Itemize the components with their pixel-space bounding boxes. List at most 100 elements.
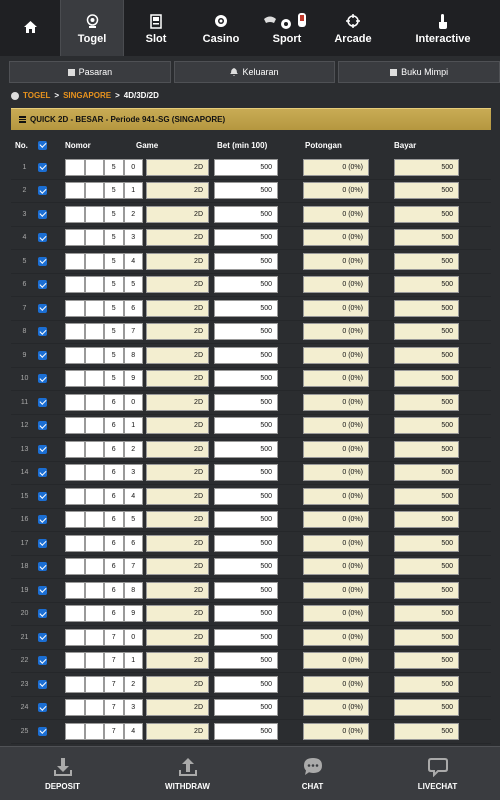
keluaran-button[interactable]: Keluaran: [173, 61, 336, 83]
select-all-checkbox[interactable]: [38, 140, 47, 150]
digit-input-2[interactable]: [84, 229, 104, 247]
digit-input-4[interactable]: 7: [123, 323, 143, 341]
digit-input-1[interactable]: [65, 722, 85, 740]
breadcrumb-togel[interactable]: TOGEL: [23, 91, 50, 100]
digit-input-4[interactable]: 8: [123, 581, 143, 599]
digit-input-1[interactable]: [65, 628, 85, 646]
bet-input[interactable]: 500: [214, 276, 278, 294]
breadcrumb-singapore[interactable]: SINGAPORE: [63, 91, 111, 100]
digit-input-3[interactable]: 6: [104, 558, 124, 576]
digit-input-2[interactable]: [84, 276, 104, 294]
digit-input-3[interactable]: 7: [104, 722, 124, 740]
row-checkbox[interactable]: [38, 256, 47, 266]
digit-input-3[interactable]: 6: [104, 581, 124, 599]
digit-input-4[interactable]: 4: [123, 252, 143, 270]
digit-input-1[interactable]: [65, 299, 85, 317]
row-checkbox[interactable]: [38, 444, 47, 454]
nav-casino[interactable]: Casino: [188, 0, 254, 56]
row-checkbox[interactable]: [38, 421, 47, 431]
digit-input-1[interactable]: [65, 393, 85, 411]
row-checkbox[interactable]: [38, 726, 47, 736]
digit-input-2[interactable]: [84, 675, 104, 693]
digit-input-1[interactable]: [65, 652, 85, 670]
row-checkbox[interactable]: [38, 585, 47, 595]
digit-input-2[interactable]: [84, 323, 104, 341]
digit-input-3[interactable]: 5: [104, 252, 124, 270]
digit-input-2[interactable]: [84, 628, 104, 646]
digit-input-4[interactable]: 3: [123, 464, 143, 482]
row-checkbox[interactable]: [38, 538, 47, 548]
digit-input-4[interactable]: 0: [123, 393, 143, 411]
digit-input-1[interactable]: [65, 605, 85, 623]
chat-button[interactable]: CHAT: [250, 747, 375, 800]
bet-input[interactable]: 500: [214, 346, 278, 364]
digit-input-4[interactable]: 1: [123, 417, 143, 435]
digit-input-1[interactable]: [65, 534, 85, 552]
row-checkbox[interactable]: [38, 327, 47, 337]
digit-input-4[interactable]: 6: [123, 534, 143, 552]
digit-input-2[interactable]: [84, 722, 104, 740]
digit-input-1[interactable]: [65, 346, 85, 364]
row-checkbox[interactable]: [38, 679, 47, 689]
digit-input-1[interactable]: [65, 581, 85, 599]
bet-input[interactable]: 500: [214, 205, 278, 223]
bet-input[interactable]: 500: [214, 487, 278, 505]
digit-input-4[interactable]: 8: [123, 346, 143, 364]
bet-input[interactable]: 500: [214, 417, 278, 435]
digit-input-4[interactable]: 2: [123, 675, 143, 693]
nav-arcade[interactable]: Arcade: [320, 0, 386, 56]
bet-input[interactable]: 500: [214, 534, 278, 552]
digit-input-1[interactable]: [65, 511, 85, 529]
bet-input[interactable]: 500: [214, 440, 278, 458]
digit-input-2[interactable]: [84, 511, 104, 529]
digit-input-2[interactable]: [84, 440, 104, 458]
row-checkbox[interactable]: [38, 397, 47, 407]
row-checkbox[interactable]: [38, 162, 47, 172]
digit-input-3[interactable]: 5: [104, 346, 124, 364]
row-checkbox[interactable]: [38, 468, 47, 478]
bet-input[interactable]: 500: [214, 722, 278, 740]
digit-input-4[interactable]: 2: [123, 440, 143, 458]
digit-input-2[interactable]: [84, 417, 104, 435]
digit-input-3[interactable]: 5: [104, 323, 124, 341]
digit-input-2[interactable]: [84, 652, 104, 670]
digit-input-1[interactable]: [65, 417, 85, 435]
digit-input-3[interactable]: 6: [104, 605, 124, 623]
row-checkbox[interactable]: [38, 209, 47, 219]
digit-input-4[interactable]: 1: [123, 182, 143, 200]
digit-input-3[interactable]: 5: [104, 158, 124, 176]
digit-input-1[interactable]: [65, 182, 85, 200]
bet-input[interactable]: 500: [214, 605, 278, 623]
digit-input-1[interactable]: [65, 252, 85, 270]
buku-mimpi-button[interactable]: Buku Mimpi: [338, 61, 500, 83]
digit-input-1[interactable]: [65, 699, 85, 717]
digit-input-2[interactable]: [84, 205, 104, 223]
digit-input-2[interactable]: [84, 534, 104, 552]
digit-input-2[interactable]: [84, 699, 104, 717]
digit-input-4[interactable]: 1: [123, 652, 143, 670]
bet-input[interactable]: 500: [214, 511, 278, 529]
withdraw-button[interactable]: WITHDRAW: [125, 747, 250, 800]
digit-input-3[interactable]: 5: [104, 276, 124, 294]
digit-input-1[interactable]: [65, 440, 85, 458]
digit-input-2[interactable]: [84, 605, 104, 623]
digit-input-3[interactable]: 7: [104, 628, 124, 646]
digit-input-3[interactable]: 6: [104, 440, 124, 458]
digit-input-4[interactable]: 4: [123, 487, 143, 505]
digit-input-3[interactable]: 6: [104, 417, 124, 435]
digit-input-1[interactable]: [65, 229, 85, 247]
bet-input[interactable]: 500: [214, 558, 278, 576]
livechat-button[interactable]: LIVECHAT: [375, 747, 500, 800]
bet-input[interactable]: 500: [214, 628, 278, 646]
digit-input-2[interactable]: [84, 370, 104, 388]
nav-interactive[interactable]: Interactive: [386, 0, 500, 56]
digit-input-4[interactable]: 5: [123, 276, 143, 294]
bet-input[interactable]: 500: [214, 182, 278, 200]
bet-input[interactable]: 500: [214, 158, 278, 176]
row-checkbox[interactable]: [38, 233, 47, 243]
bet-input[interactable]: 500: [214, 299, 278, 317]
digit-input-3[interactable]: 6: [104, 393, 124, 411]
digit-input-1[interactable]: [65, 323, 85, 341]
nav-togel[interactable]: Togel: [60, 0, 124, 56]
digit-input-1[interactable]: [65, 158, 85, 176]
